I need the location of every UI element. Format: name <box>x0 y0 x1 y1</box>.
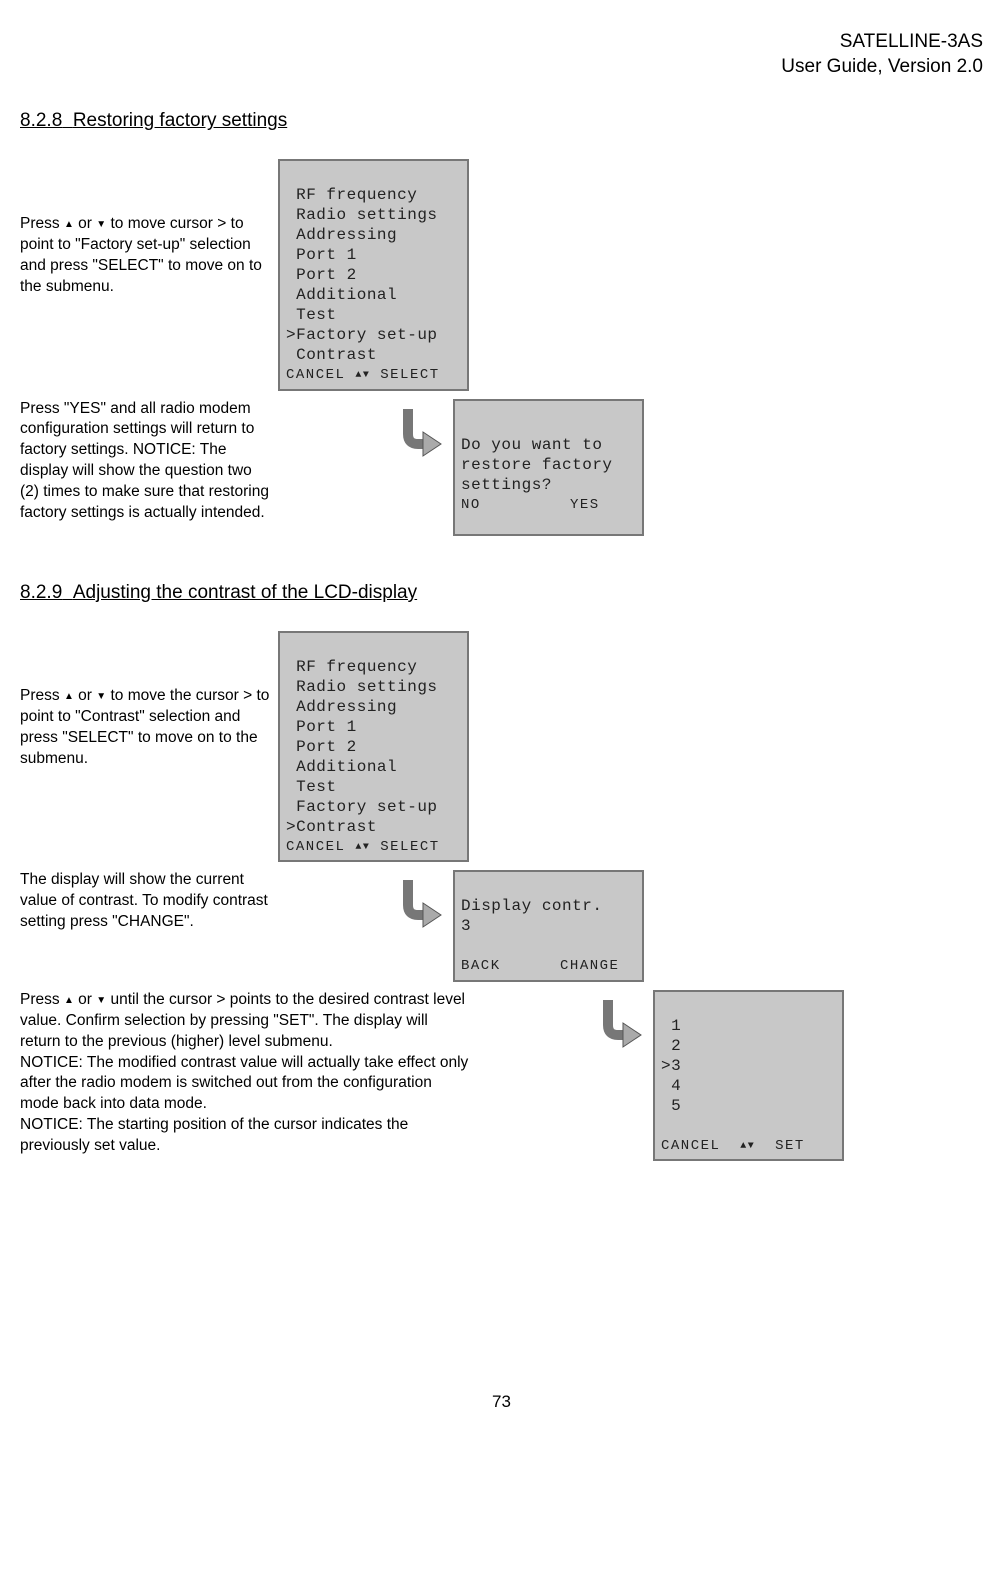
row-828-2: Press "YES" and all radio modem configur… <box>20 399 983 537</box>
row-828-1: Press ▲ or ▼ to move cursor > to point t… <box>20 159 983 391</box>
yes-label: YES <box>570 497 600 513</box>
up-down-icon: ▲▼ <box>355 370 370 381</box>
page-number: 73 <box>20 1391 983 1413</box>
lcd-footer: CANCEL ▲▼ SELECT <box>286 839 461 857</box>
product-name: SATELLINE-3AS <box>20 30 983 55</box>
section-heading-829: 8.2.9 Adjusting the contrast of the LCD-… <box>20 581 983 606</box>
lcd-footer: CANCEL ▲▼ SELECT <box>286 367 461 385</box>
section-title: Restoring factory settings <box>73 110 287 131</box>
lcd-contrast-list: 1 2 >3 4 5 CANCEL ▲▼ SET <box>653 990 844 1162</box>
notice-label: NOTICE: <box>20 1054 83 1071</box>
section-title: Adjusting the contrast of the LCD-displa… <box>73 582 417 603</box>
instruction-828-2: Press "YES" and all radio modem configur… <box>20 399 278 525</box>
page-header: SATELLINE-3AS User Guide, Version 2.0 <box>20 30 983 79</box>
arrow-829-2 <box>583 990 653 1055</box>
up-icon: ▲ <box>64 691 74 702</box>
arrow-829-1 <box>383 870 453 935</box>
change-label: CHANGE <box>560 958 619 974</box>
select-label: SELECT <box>380 839 439 855</box>
up-icon: ▲ <box>64 995 74 1006</box>
lcd-lines: RF frequency Radio settings Addressing P… <box>286 186 438 364</box>
lcd-footer: NO YES <box>461 497 636 515</box>
instruction-828-1: Press ▲ or ▼ to move cursor > to point t… <box>20 159 278 298</box>
lcd-lines: 1 2 >3 4 5 <box>661 1017 681 1135</box>
down-icon: ▼ <box>96 995 106 1006</box>
section-num: 8.2.8 <box>20 110 62 131</box>
lcd-footer: BACK CHANGE <box>461 958 636 976</box>
lcd-footer: CANCEL ▲▼ SET <box>661 1138 836 1156</box>
lcd-confirm-828: Do you want to restore factory settings?… <box>453 399 644 537</box>
up-down-icon: ▲▼ <box>740 1141 755 1152</box>
no-label: NO <box>461 497 481 513</box>
down-icon: ▼ <box>96 691 106 702</box>
instruction-829-1: Press ▲ or ▼ to move the cursor > to poi… <box>20 631 278 770</box>
lcd-lines: RF frequency Radio settings Addressing P… <box>286 658 438 836</box>
up-icon: ▲ <box>64 219 74 230</box>
section-heading-828: 8.2.8 Restoring factory settings <box>20 109 983 134</box>
arrow-828 <box>383 399 453 464</box>
cancel-label: CANCEL <box>286 367 345 383</box>
notice-label: NOTICE: <box>133 441 196 458</box>
row-829-3: Press ▲ or ▼ until the cursor > points t… <box>20 990 983 1162</box>
row-829-1: Press ▲ or ▼ to move the cursor > to poi… <box>20 631 983 863</box>
section-num: 8.2.9 <box>20 582 62 603</box>
lcd-main-menu-828: RF frequency Radio settings Addressing P… <box>278 159 469 391</box>
back-label: BACK <box>461 958 501 974</box>
guide-version: User Guide, Version 2.0 <box>20 55 983 80</box>
lcd-contrast-value: Display contr. 3 BACK CHANGE <box>453 870 644 982</box>
row-829-2: The display will show the current value … <box>20 870 983 982</box>
select-label: SELECT <box>380 367 439 383</box>
lcd-main-menu-829: RF frequency Radio settings Addressing P… <box>278 631 469 863</box>
notice-label: NOTICE: <box>20 1116 83 1133</box>
instruction-829-3: Press ▲ or ▼ until the cursor > points t… <box>20 990 478 1157</box>
instruction-829-2: The display will show the current value … <box>20 870 278 933</box>
lcd-lines: Display contr. 3 <box>461 897 602 955</box>
set-label: SET <box>775 1138 805 1154</box>
lcd-lines: Do you want to restore factory settings? <box>461 436 613 494</box>
cancel-label: CANCEL <box>661 1138 720 1154</box>
up-down-icon: ▲▼ <box>355 842 370 853</box>
down-icon: ▼ <box>96 219 106 230</box>
cancel-label: CANCEL <box>286 839 345 855</box>
